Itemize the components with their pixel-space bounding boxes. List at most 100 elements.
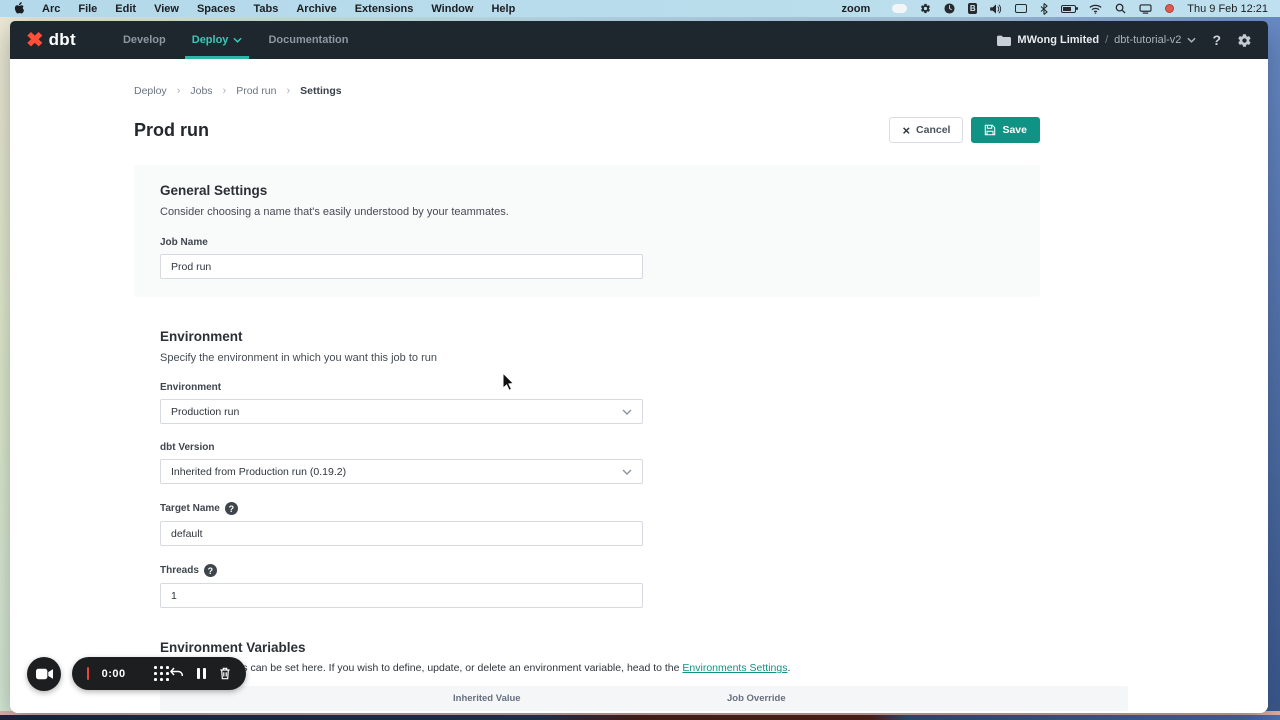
clock-icon[interactable]	[944, 3, 955, 14]
dbt-version-select[interactable]: Inherited from Production run (0.19.2)	[160, 459, 643, 484]
job-name-label: Job Name	[160, 237, 1014, 248]
menubar-window[interactable]: Window	[422, 3, 482, 15]
chevron-down-icon	[622, 469, 632, 475]
volume-icon[interactable]	[990, 4, 1002, 14]
menubar-edit[interactable]: Edit	[106, 3, 145, 15]
record-indicator-icon[interactable]	[1165, 4, 1174, 13]
environment-section: Environment Specify the environment in w…	[134, 329, 1040, 608]
app-b-icon[interactable]: B	[968, 3, 977, 14]
nav-item-documentation[interactable]: Documentation	[255, 21, 361, 59]
trash-icon	[219, 667, 231, 680]
menubar-help[interactable]: Help	[482, 3, 524, 15]
general-settings-section: General Settings Consider choosing a nam…	[134, 165, 1040, 297]
help-button[interactable]: ?	[1212, 32, 1221, 48]
target-name-input[interactable]	[160, 521, 643, 546]
environment-variables-section: Environment Variables Job level override…	[134, 640, 1040, 711]
account-separator: /	[1105, 34, 1108, 46]
nav-item-documentation-label: Documentation	[268, 34, 348, 46]
target-name-help-icon[interactable]: ?	[225, 502, 238, 515]
general-settings-subtitle: Consider choosing a name that's easily u…	[160, 206, 1014, 218]
chevron-down-icon	[1187, 37, 1196, 43]
recorder-toolbar: 0:00	[72, 657, 246, 690]
description-period: .	[787, 662, 790, 674]
folder-icon	[997, 35, 1011, 46]
dbt-version-label: dbt Version	[160, 442, 1040, 453]
dbt-logo-text: dbt	[49, 30, 76, 50]
window-switch-icon[interactable]	[1015, 4, 1027, 13]
gear-icon	[1237, 33, 1252, 48]
nav-item-develop[interactable]: Develop	[110, 21, 179, 59]
environments-settings-link[interactable]: Environments Settings	[682, 662, 787, 674]
menubar-clock[interactable]: Thu 9 Feb 12:21	[1187, 3, 1268, 15]
menubar-file[interactable]: File	[69, 3, 106, 15]
dbt-version-select-value: Inherited from Production run (0.19.2)	[171, 466, 346, 478]
navbar-right: MWong Limited / dbt-tutorial-v2 ?	[997, 32, 1252, 48]
breadcrumb: Deploy › Jobs › Prod run › Settings	[134, 85, 1040, 97]
cloud-icon[interactable]	[892, 4, 907, 13]
column-header-inherited-value: Inherited Value	[453, 693, 521, 704]
apple-icon	[14, 2, 25, 15]
delete-recording-button[interactable]	[219, 667, 231, 680]
pause-recording-button[interactable]	[197, 668, 206, 679]
nav-item-deploy[interactable]: Deploy	[179, 21, 256, 59]
breadcrumb-deploy[interactable]: Deploy	[134, 85, 167, 97]
general-settings-heading: General Settings	[160, 183, 1014, 198]
nav-item-develop-label: Develop	[123, 34, 166, 46]
account-switcher[interactable]: MWong Limited / dbt-tutorial-v2	[997, 34, 1196, 46]
chevron-down-icon	[622, 409, 632, 415]
undo-icon	[169, 667, 184, 680]
page-content: Deploy › Jobs › Prod run › Settings Prod…	[10, 59, 1268, 713]
menubar-tabs[interactable]: Tabs	[244, 3, 287, 15]
dbt-navbar: ✖ dbt Develop Deploy Documentation MWong…	[10, 21, 1268, 59]
menubar-spaces[interactable]: Spaces	[188, 3, 245, 15]
menubar-extensions[interactable]: Extensions	[346, 3, 423, 15]
environment-select[interactable]: Production run	[160, 399, 643, 424]
save-button[interactable]: Save	[971, 117, 1040, 143]
wifi-icon[interactable]	[1089, 4, 1102, 14]
environment-variables-description: Job level overrides can be set here. If …	[160, 662, 1040, 674]
target-name-label: Target Name	[160, 503, 220, 514]
restart-recording-button[interactable]	[169, 667, 184, 680]
breadcrumb-prod-run[interactable]: Prod run	[236, 85, 276, 97]
spotlight-search-icon[interactable]	[1115, 3, 1126, 14]
video-camera-icon	[36, 668, 53, 680]
breadcrumb-jobs[interactable]: Jobs	[190, 85, 212, 97]
environment-subtitle: Specify the environment in which you wan…	[160, 352, 1040, 364]
drag-handle-icon[interactable]	[154, 666, 156, 681]
gear-menu-icon[interactable]	[920, 3, 931, 14]
threads-help-icon[interactable]: ?	[204, 564, 217, 577]
stop-recording-button[interactable]	[87, 667, 89, 680]
environment-select-value: Production run	[171, 406, 239, 418]
chevron-down-icon	[233, 37, 242, 43]
recorder-camera-button[interactable]	[27, 657, 61, 691]
nav-links: Develop Deploy Documentation	[110, 21, 362, 59]
threads-label: Threads	[160, 565, 199, 576]
cancel-button-label: Cancel	[916, 124, 950, 136]
menubar-app-arc[interactable]: Arc	[33, 3, 69, 15]
cancel-button[interactable]: × Cancel	[889, 117, 963, 143]
battery-icon[interactable]	[1061, 5, 1076, 13]
breadcrumb-separator-icon: ›	[223, 85, 227, 97]
dbt-logo[interactable]: ✖ dbt	[26, 30, 76, 51]
page-title: Prod run	[134, 120, 209, 141]
save-button-label: Save	[1002, 124, 1027, 136]
account-name: MWong Limited	[1017, 34, 1099, 46]
breadcrumb-separator-icon: ›	[177, 85, 181, 97]
threads-input[interactable]	[160, 583, 643, 608]
settings-gear-button[interactable]	[1237, 33, 1252, 48]
bluetooth-icon[interactable]	[1040, 3, 1048, 15]
environment-heading: Environment	[160, 329, 1040, 344]
menubar-archive[interactable]: Archive	[287, 3, 345, 15]
dbt-logo-icon: ✖	[26, 30, 44, 50]
screen-mirroring-icon[interactable]	[1139, 4, 1152, 14]
breadcrumb-settings[interactable]: Settings	[300, 85, 341, 97]
browser-window: ✖ dbt Develop Deploy Documentation MWong…	[10, 21, 1268, 713]
environment-select-label: Environment	[160, 382, 1040, 393]
close-icon: ×	[902, 124, 910, 137]
menubar-zoom-app[interactable]: zoom	[833, 3, 880, 15]
recording-time: 0:00	[102, 668, 126, 680]
apple-menu[interactable]	[12, 2, 33, 15]
menubar-view[interactable]: View	[145, 3, 188, 15]
job-name-input[interactable]	[160, 254, 643, 279]
environment-variables-heading: Environment Variables	[160, 640, 1040, 655]
